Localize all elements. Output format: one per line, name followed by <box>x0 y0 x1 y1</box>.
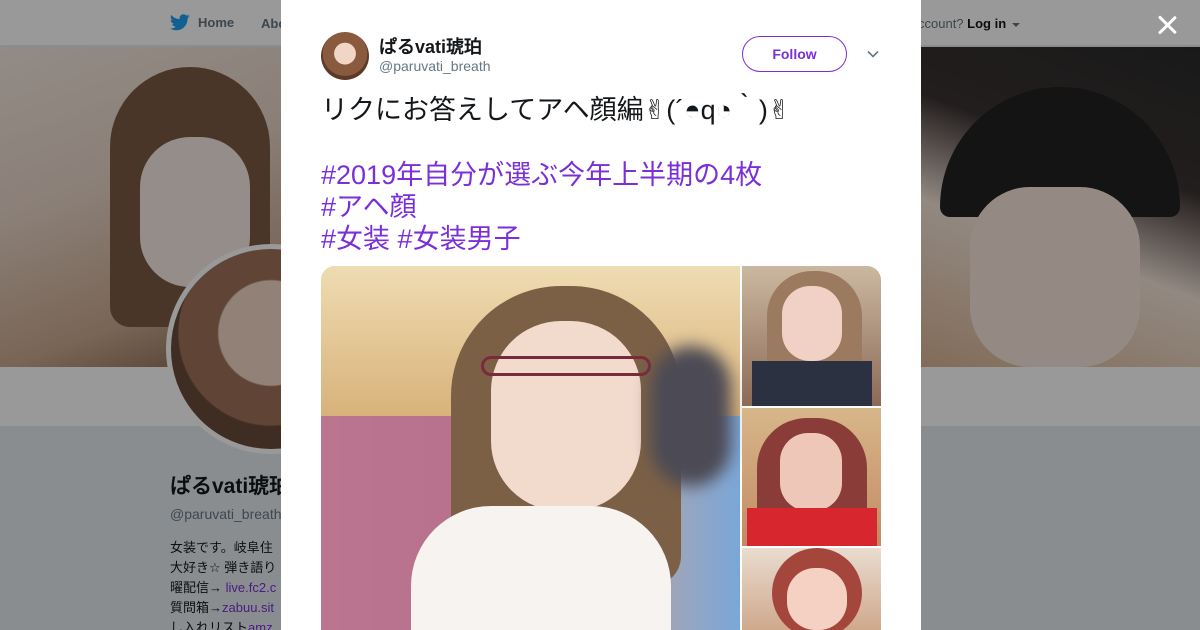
tweet-text: リクにお答えしてアヘ顔編✌(´◓q◔｀)✌ <box>321 95 791 125</box>
tweet-hashtags: #2019年自分が選ぶ今年上半期の4枚 #アヘ顔 #女装 #女装男子 <box>321 159 881 255</box>
tweet-photo[interactable] <box>742 548 881 630</box>
author-name[interactable]: ぱるvati琥珀 <box>379 33 482 59</box>
tweet-media-grid <box>321 266 881 630</box>
photo-blur <box>651 346 731 486</box>
photo-face <box>491 321 641 511</box>
tweet-photo[interactable] <box>742 408 881 546</box>
tweet-photo[interactable] <box>742 266 881 406</box>
close-icon[interactable] <box>1154 12 1180 38</box>
photo-shirt <box>752 361 872 406</box>
hashtag-link[interactable]: #女装 <box>321 224 390 254</box>
author-handle[interactable]: @paruvati_breath <box>379 58 491 74</box>
follow-button[interactable]: Follow <box>742 36 847 72</box>
hashtag-link[interactable]: #アヘ顔 <box>321 192 416 222</box>
chevron-down-icon[interactable] <box>866 47 880 61</box>
photo-glasses <box>481 356 651 376</box>
tweet-modal: ぱるvati琥珀 @paruvati_breath Follow リクにお答えし… <box>281 0 921 630</box>
author-avatar[interactable] <box>321 32 369 80</box>
photo-shirt <box>411 506 671 630</box>
tweet-photo[interactable] <box>321 266 740 630</box>
photo-shirt <box>747 508 877 546</box>
photo-face <box>780 433 842 511</box>
hashtag-link[interactable]: #2019年自分が選ぶ今年上半期の4枚 <box>321 160 762 190</box>
hashtag-link[interactable]: #女装男子 <box>398 224 521 254</box>
photo-face <box>782 286 842 361</box>
photo-face <box>787 568 847 630</box>
